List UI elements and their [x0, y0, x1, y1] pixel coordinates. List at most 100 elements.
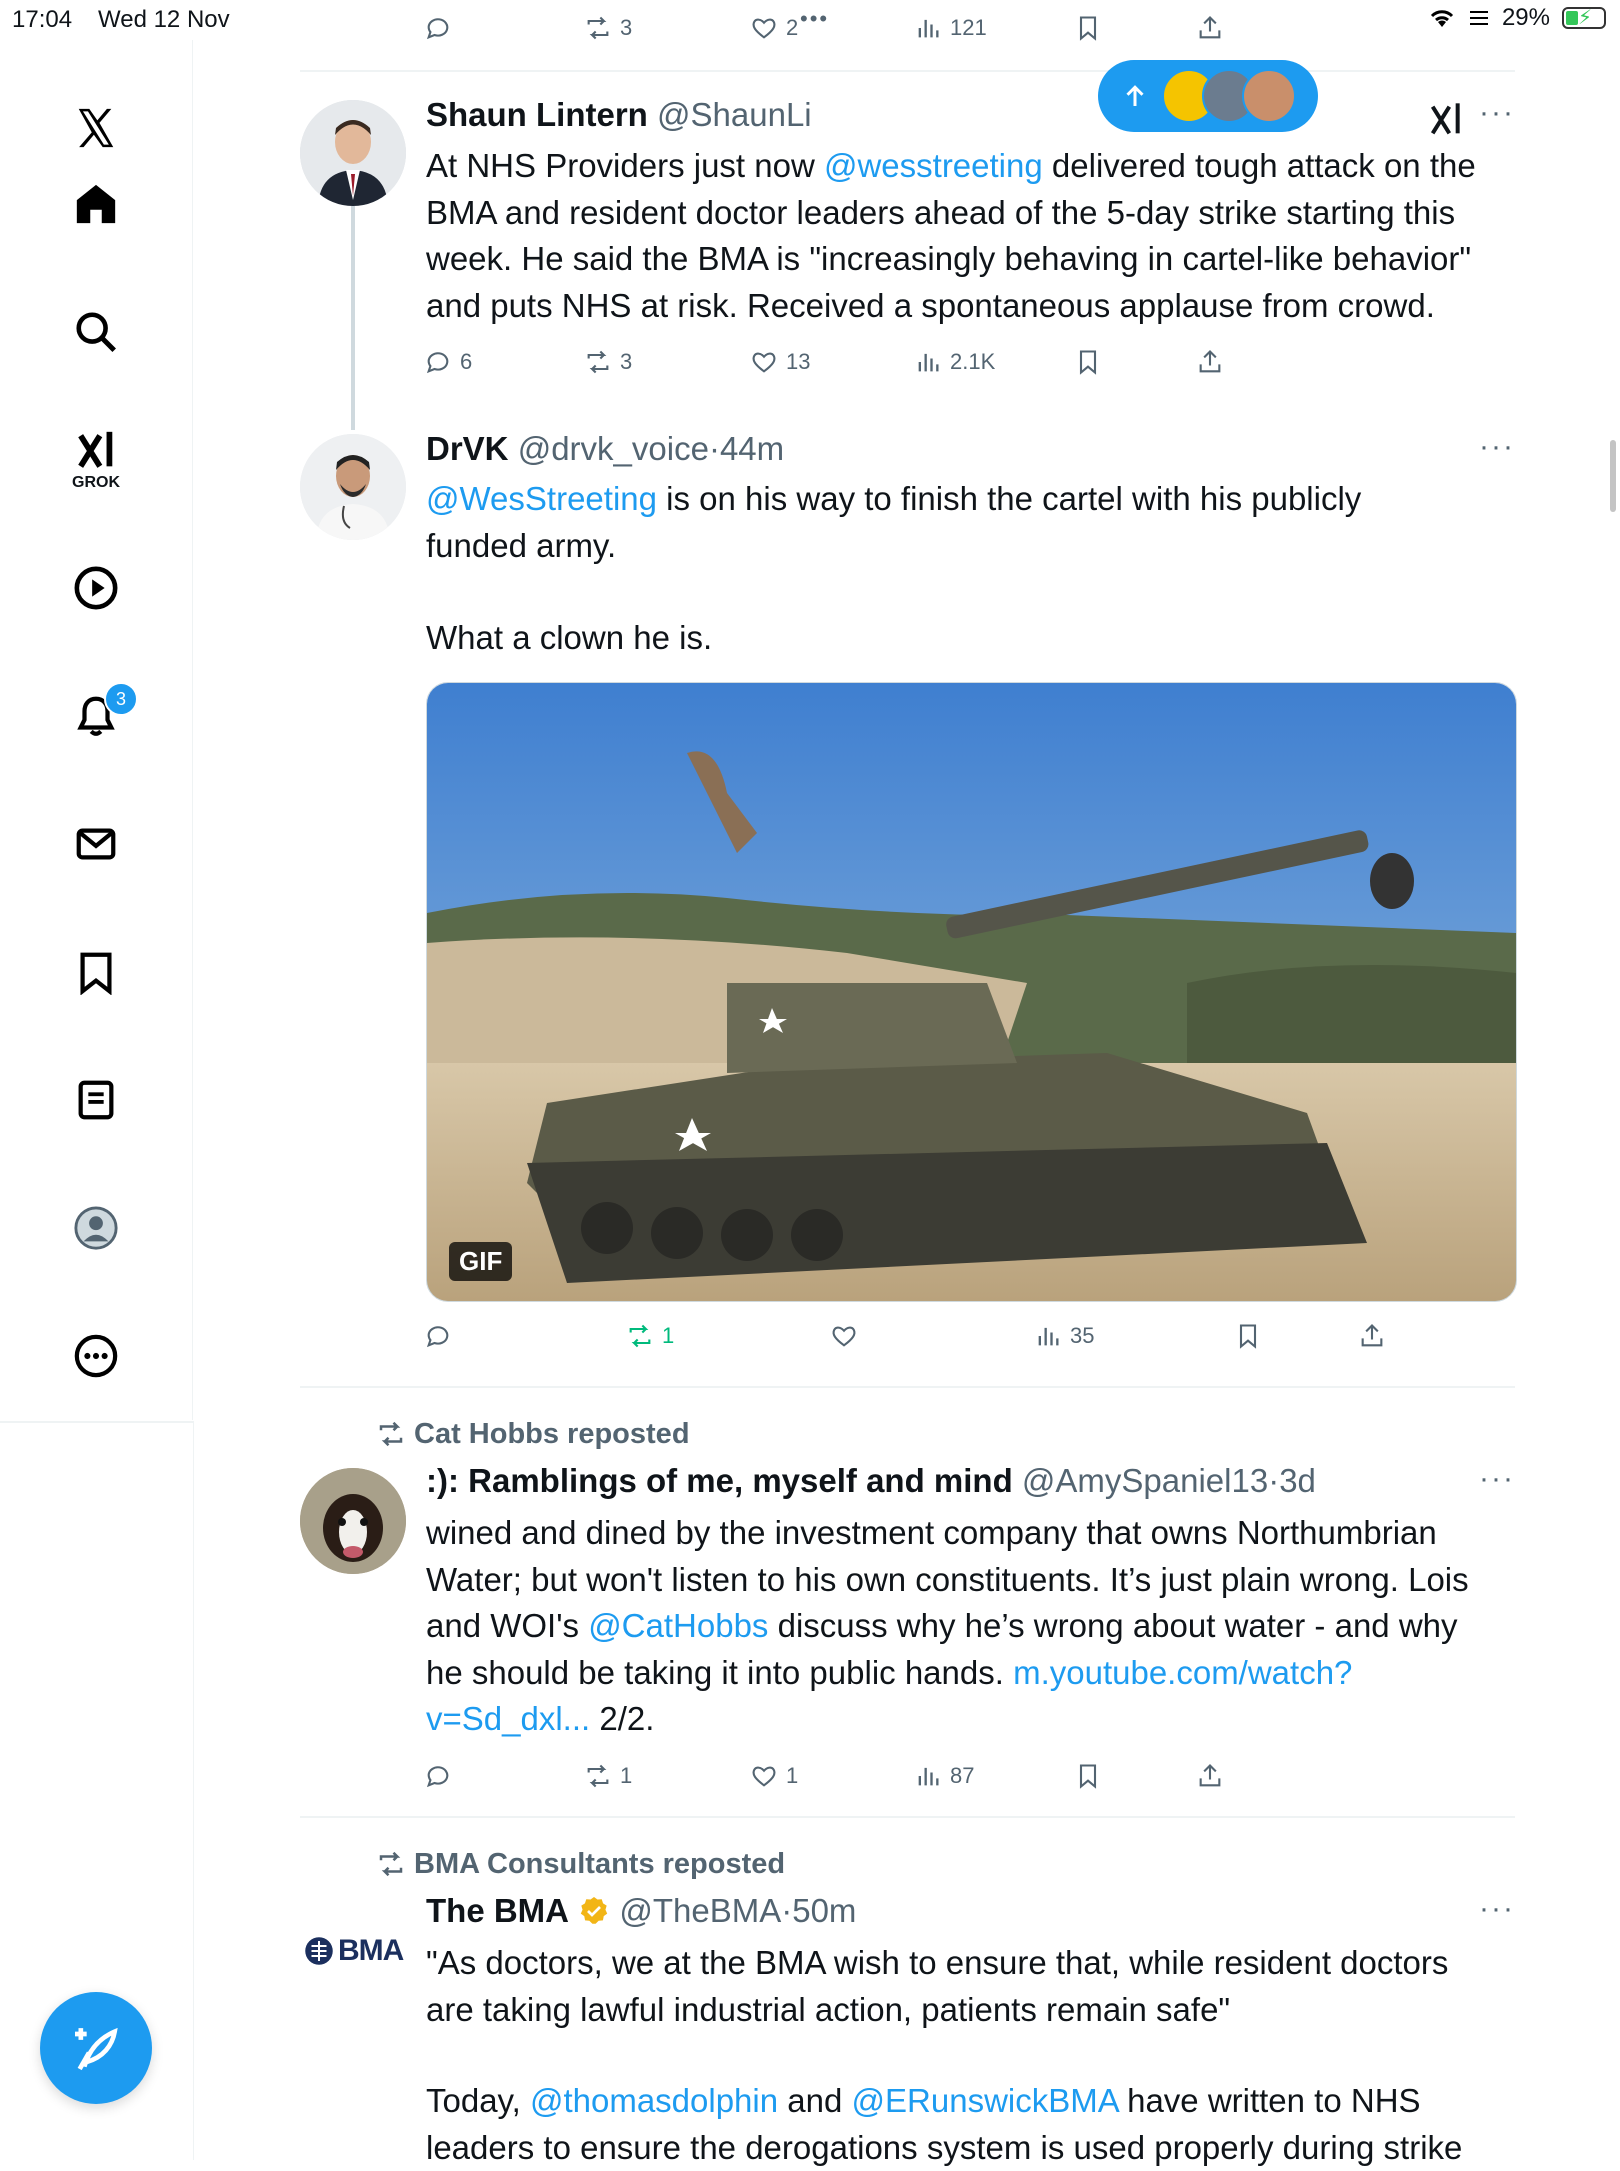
reply-button[interactable] [424, 14, 452, 42]
bma-crest-icon [305, 1937, 333, 1965]
repost-icon [587, 16, 609, 40]
bookmark-button[interactable] [1074, 14, 1102, 42]
bookmark-icon [1079, 350, 1097, 375]
avatar-amyspaniel[interactable] [300, 1468, 406, 1574]
tweet-time[interactable]: 50m [792, 1892, 856, 1929]
views-button[interactable]: 35 [1034, 1322, 1094, 1350]
heart-icon [752, 18, 776, 39]
reply-count: 6 [460, 349, 473, 374]
avatar-shaun[interactable] [300, 100, 406, 206]
author-handle[interactable]: @ShaunLi [657, 96, 812, 133]
bookmark-button[interactable] [1074, 348, 1102, 376]
status-date: Wed 12 Nov [98, 6, 230, 33]
like-button[interactable]: 1 [750, 1762, 798, 1790]
reply-button[interactable]: 6 [424, 348, 472, 376]
gif-badge: GIF [449, 1242, 513, 1281]
bookmarks-icon[interactable] [56, 932, 136, 1012]
repost-icon [587, 350, 609, 374]
mention-link[interactable]: @thomasdolphin [530, 2082, 778, 2119]
author-handle[interactable]: @TheBMA [619, 1892, 781, 1929]
avatar-bma-logo[interactable]: BMA [304, 1934, 404, 1968]
battery-icon: ⚡ [1562, 7, 1606, 29]
views-icon [918, 19, 939, 38]
views-icon [1038, 1327, 1059, 1346]
repost-count: 3 [620, 15, 633, 40]
share-button[interactable] [1196, 1762, 1224, 1790]
like-button[interactable]: 13 [750, 348, 810, 376]
share-button[interactable] [1196, 14, 1224, 42]
repost-button[interactable]: 1 [626, 1322, 674, 1350]
compose-feather-icon [75, 2027, 118, 2071]
more-options-icon[interactable]: ··· [1479, 96, 1515, 130]
tweet-actions: 6 3 13 2.1K [300, 342, 1515, 382]
home-icon[interactable] [56, 164, 136, 244]
text-part: and [778, 2082, 852, 2119]
author-name[interactable]: Shaun Lintern [426, 96, 648, 133]
heart-icon [832, 1326, 856, 1347]
views-button[interactable]: 2.1K [914, 348, 995, 376]
bookmark-button[interactable] [1234, 1322, 1262, 1350]
author-handle[interactable]: @AmySpaniel13 [1022, 1462, 1268, 1499]
messages-icon[interactable] [56, 804, 136, 884]
notifications-icon[interactable]: 3 [56, 676, 138, 756]
author-name[interactable]: :): Ramblings of me, myself and mind [426, 1462, 1013, 1499]
mention-link[interactable]: @ERunswickBMA [852, 2082, 1118, 2119]
mention-link[interactable]: @WesStreeting [426, 480, 657, 517]
x-logo-icon[interactable] [56, 88, 136, 168]
views-count: 121 [950, 15, 987, 40]
bookmark-icon [1239, 1324, 1257, 1349]
reply-icon [426, 352, 449, 374]
tweet-text-line2: Today, @thomasdolphin and @ERunswickBMA … [426, 2078, 1486, 2171]
share-icon [1199, 16, 1221, 39]
share-button[interactable] [1196, 348, 1224, 376]
tweet-actions: 1 1 87 [300, 1756, 1515, 1796]
more-options-icon[interactable]: ··· [1479, 1892, 1515, 1926]
reply-button[interactable] [424, 1322, 452, 1350]
more-options-icon[interactable]: ··· [1479, 1462, 1515, 1496]
views-button[interactable]: 121 [914, 14, 987, 42]
like-button[interactable]: 2 [750, 14, 798, 42]
mention-link[interactable]: @wesstreeting [824, 147, 1043, 184]
grok-label: GROK [72, 474, 120, 491]
reply-icon [426, 1326, 449, 1348]
repost-button[interactable]: 3 [584, 14, 632, 42]
tweet-header: :): Ramblings of me, myself and mind @Am… [426, 1462, 1316, 1499]
grok-explain-icon[interactable] [1426, 100, 1466, 140]
repost-indicator[interactable]: BMA Consultants reposted [376, 1848, 785, 1881]
repost-icon [587, 1764, 609, 1788]
tweet-time[interactable]: 44m [720, 430, 784, 467]
tweet-media-gif[interactable]: GIF [426, 682, 1517, 1302]
reply-button[interactable] [424, 1762, 452, 1790]
scroll-indicator[interactable] [1610, 440, 1616, 512]
repost-button[interactable]: 1 [584, 1762, 632, 1790]
lists-icon[interactable] [56, 1060, 136, 1140]
divider [300, 1386, 1515, 1388]
notification-badge: 3 [104, 682, 138, 716]
compose-button[interactable] [40, 1992, 152, 2104]
repost-button[interactable]: 3 [584, 348, 632, 376]
new-posts-pill[interactable] [1098, 60, 1318, 132]
repost-indicator[interactable]: Cat Hobbs reposted [376, 1418, 690, 1451]
search-icon[interactable] [56, 292, 136, 372]
more-options-icon[interactable]: ··· [1479, 430, 1515, 464]
reply-icon [426, 18, 449, 40]
profile-icon[interactable] [56, 1188, 136, 1268]
bookmark-button[interactable] [1074, 1762, 1102, 1790]
grok-icon[interactable]: GROK [56, 418, 136, 498]
more-icon[interactable] [56, 1316, 136, 1396]
video-icon[interactable] [56, 548, 136, 628]
bookmark-icon [1079, 1764, 1097, 1789]
tank-gif-image [427, 683, 1516, 1301]
like-count: 1 [786, 1763, 799, 1788]
tweet-time[interactable]: 3d [1279, 1462, 1316, 1499]
author-name[interactable]: The BMA [426, 1892, 569, 1929]
tweet-text: "As doctors, we at the BMA wish to ensur… [426, 1940, 1486, 2033]
author-name[interactable]: DrVK [426, 430, 509, 467]
mention-link[interactable]: @CatHobbs [588, 1607, 768, 1644]
share-button[interactable] [1358, 1322, 1386, 1350]
author-handle[interactable]: @drvk_voice [518, 430, 709, 467]
avatar-drvk[interactable] [300, 434, 406, 540]
text-part: Today, [426, 2082, 530, 2119]
views-button[interactable]: 87 [914, 1762, 974, 1790]
like-button[interactable] [830, 1322, 858, 1350]
